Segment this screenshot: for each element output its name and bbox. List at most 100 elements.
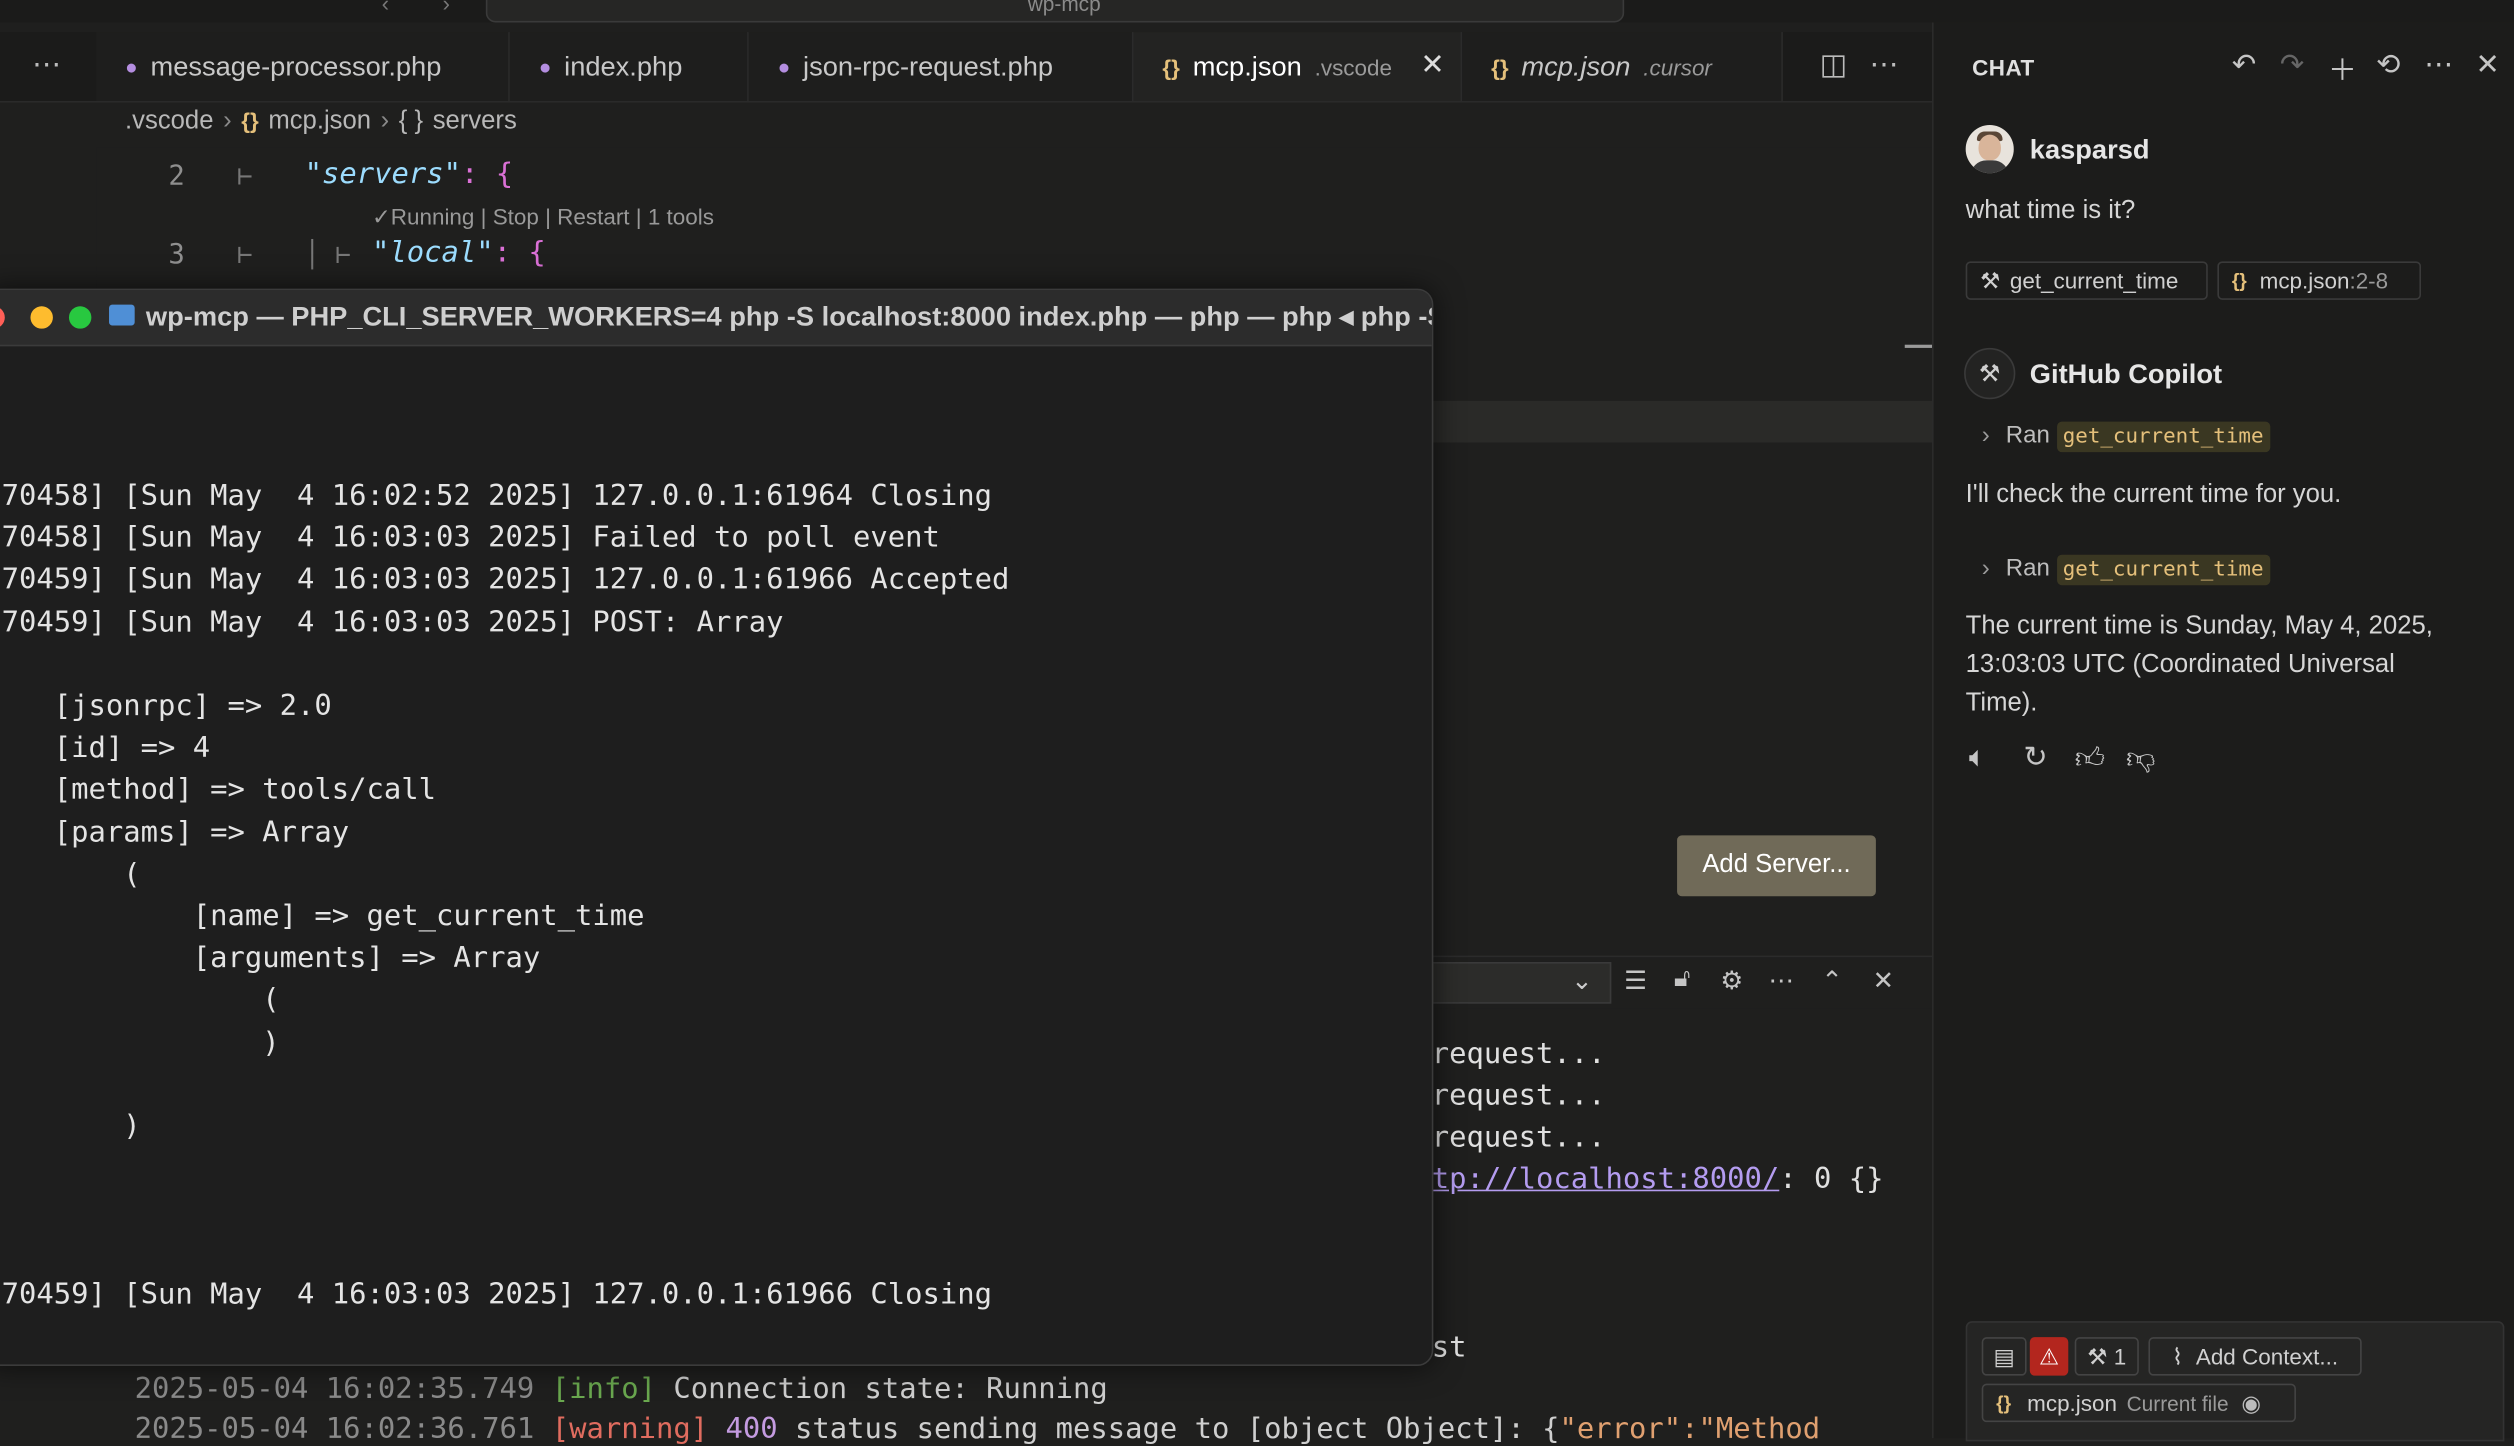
- tab-mcp-json-cursor[interactable]: {} mcp.json .cursor: [1462, 32, 1783, 102]
- split-editor-icon[interactable]: ◫: [1820, 48, 1847, 82]
- output-line: request...: [1431, 1037, 1606, 1072]
- terminal-line: 70459] [Sun May 4 16:03:03 2025] POST: A…: [1, 605, 784, 640]
- paperclip-icon: ⌇: [2172, 1342, 2184, 1369]
- line-number: 3: [168, 238, 185, 271]
- mcp-server-codelens[interactable]: ✓Running | Stop | Restart | 1 tools: [372, 204, 714, 231]
- terminal-line: (: [1, 983, 280, 1018]
- breadcrumb-folder[interactable]: .vscode: [125, 107, 213, 134]
- maximize-panel-icon[interactable]: ⌃: [1821, 965, 1842, 997]
- search-text: wp-mcp: [1027, 0, 1101, 17]
- terminal-line: ): [1, 1109, 141, 1144]
- chat-input-box[interactable]: ▤ ⚠ ⚒ 1 ⌇ Add Context... {} mcp.json Current…: [1965, 1321, 2505, 1442]
- log-line: 2025-05-04 16:02:35.749 [info] Connectio…: [134, 1372, 1108, 1407]
- minimize-window-button[interactable]: [30, 306, 53, 329]
- current-line-highlight: [1431, 400, 1933, 443]
- tab-index[interactable]: ● index.php: [509, 32, 749, 102]
- editor-more-actions-icon[interactable]: ⋯: [1869, 48, 1898, 82]
- terminal-line: [name] => get_current_time: [1, 899, 645, 934]
- breadcrumb-symbol[interactable]: servers: [433, 107, 517, 134]
- log-line: 2025-05-04 16:02:36.761 [warning] 400 st…: [134, 1412, 1821, 1446]
- terminal-title: wp-mcp — PHP_CLI_SERVER_WORKERS=4 php -S…: [145, 301, 1434, 332]
- terminal-line: 70458] [Sun May 4 16:02:52 2025] 127.0.0…: [1, 479, 993, 514]
- localhost-link[interactable]: tp://localhost:8000/: [1432, 1162, 1780, 1196]
- tools-picker-button[interactable]: ⚒ 1: [2074, 1337, 2139, 1376]
- clear-output-icon[interactable]: ☰: [1624, 965, 1647, 997]
- chevron-right-icon: ›: [1981, 421, 1990, 449]
- terminal-line: [params] => Array: [1, 815, 350, 850]
- tools-icon: ⚒: [1980, 266, 2001, 293]
- retry-icon[interactable]: ↻: [2023, 741, 2047, 775]
- lock-scroll-icon[interactable]: 🔓︎: [1674, 965, 1691, 994]
- tab-json-rpc-request[interactable]: ● json-rpc-request.php: [748, 32, 1134, 102]
- close-panel-icon[interactable]: ✕: [1873, 965, 1894, 997]
- close-icon[interactable]: ✕: [1420, 48, 1444, 82]
- tools-icon: ⚒: [2087, 1342, 2108, 1369]
- chevron-right-icon: ›: [223, 107, 232, 135]
- thumbs-down-icon[interactable]: 👎︎: [2126, 741, 2155, 776]
- chevron-down-icon: ⌄: [1571, 968, 1593, 996]
- assistant-message: I'll check the current time for you.: [1965, 480, 2342, 509]
- folder-icon: [109, 304, 135, 326]
- more-actions-icon[interactable]: ⋯: [1768, 965, 1794, 997]
- thumbs-up-icon[interactable]: 👍︎: [2075, 741, 2105, 776]
- json-braces-icon: {}: [1162, 53, 1180, 80]
- code-editor[interactable]: 2 ⊢ "servers": { ✓Running | Stop | Resta…: [96, 147, 1933, 308]
- avatar: [1965, 125, 2014, 174]
- php-elephant-icon: ●: [777, 54, 791, 79]
- tool-run-disclosure[interactable]: › Ran get_current_time: [1981, 421, 2270, 453]
- tab-message-processor[interactable]: ● message-processor.php: [96, 32, 510, 102]
- terminal-line: (: [1, 857, 141, 892]
- line-number: 2: [168, 160, 185, 193]
- back-arrow-icon[interactable]: ‹: [382, 0, 389, 16]
- assistant-message: The current time is Sunday, May 4, 2025,…: [1965, 612, 2433, 717]
- terminal-line: [jsonrpc] => 2.0: [1, 689, 332, 724]
- warning-icon[interactable]: ⚠: [2029, 1337, 2069, 1376]
- chat-title: CHAT: [1972, 54, 2035, 81]
- symbol-braces-icon: { }: [398, 107, 424, 135]
- tool-run-disclosure[interactable]: › Ran get_current_time: [1982, 554, 2270, 586]
- zoom-window-button[interactable]: [68, 306, 92, 329]
- add-context-button[interactable]: ⌇ Add Context...: [2148, 1337, 2362, 1376]
- terminal-line: 70458] [Sun May 4 16:03:03 2025] Failed …: [1, 521, 940, 556]
- history-icon[interactable]: ⟲: [2376, 48, 2400, 82]
- chat-username: kasparsd: [2029, 134, 2150, 166]
- terminal-line: [id] => 4: [1, 731, 211, 766]
- close-icon[interactable]: ✕: [2476, 48, 2500, 82]
- chat-panel: CHAT ↶ ↷ ＋ ⟲ ⋯ ✕ kasparsd what time is i…: [1932, 22, 2514, 1442]
- chevron-right-icon: ›: [380, 107, 390, 135]
- current-file-chip[interactable]: {} mcp.json Current file ◉: [1981, 1383, 2296, 1423]
- json-braces-icon: {}: [2231, 269, 2247, 292]
- output-channel-select[interactable]: ⌄: [1431, 961, 1612, 1004]
- fold-indicator-icon[interactable]: ⊢: [237, 239, 252, 269]
- fold-indicator-icon[interactable]: ⊢: [237, 160, 252, 190]
- command-center-search[interactable]: wp-mcp: [485, 0, 1625, 23]
- read-aloud-icon[interactable]: 🔈︎: [1969, 741, 1986, 775]
- gear-icon[interactable]: ⚙: [1720, 965, 1743, 997]
- php-elephant-icon: ●: [538, 54, 552, 79]
- close-window-button[interactable]: [0, 306, 5, 329]
- terminal-title-bar: wp-mcp — PHP_CLI_SERVER_WORKERS=4 php -S…: [0, 290, 1434, 347]
- output-line: st: [1431, 1330, 1467, 1365]
- code-line-3: "local": {: [371, 235, 546, 270]
- output-line: request...: [1431, 1079, 1606, 1113]
- tab-mcp-json-vscode[interactable]: {} mcp.json .vscode ✕: [1133, 32, 1463, 102]
- add-server-button[interactable]: Add Server...: [1677, 835, 1876, 897]
- editor-tab-bar: ⋯ ● message-processor.php ● index.php ● …: [0, 32, 1933, 103]
- terminal-line: 70459] [Sun May 4 16:03:03 2025] 127.0.0…: [1, 1277, 993, 1312]
- output-line: request...: [1431, 1120, 1606, 1155]
- redo-icon[interactable]: ↷: [2280, 48, 2304, 82]
- forward-arrow-icon[interactable]: ›: [443, 0, 450, 16]
- terminal-window[interactable]: wp-mcp — PHP_CLI_SERVER_WORKERS=4 php -S…: [0, 288, 1434, 1367]
- undo-icon[interactable]: ↶: [2232, 48, 2256, 82]
- instructions-icon[interactable]: ▤: [1981, 1337, 2027, 1376]
- context-chip-tool[interactable]: ⚒ get_current_time: [1965, 261, 2208, 300]
- context-chip-file[interactable]: {} mcp.json:2-8: [2217, 261, 2422, 300]
- breadcrumb-file[interactable]: mcp.json: [268, 107, 371, 134]
- user-message: what time is it?: [1965, 197, 2136, 225]
- json-braces-icon: {}: [1491, 53, 1509, 80]
- assistant-name: GitHub Copilot: [2029, 359, 2223, 390]
- more-actions-icon[interactable]: ⋯: [2424, 48, 2453, 82]
- new-chat-icon[interactable]: ＋: [2328, 48, 2357, 90]
- more-actions-icon[interactable]: ⋯: [32, 48, 61, 82]
- json-braces-icon: {}: [241, 107, 259, 134]
